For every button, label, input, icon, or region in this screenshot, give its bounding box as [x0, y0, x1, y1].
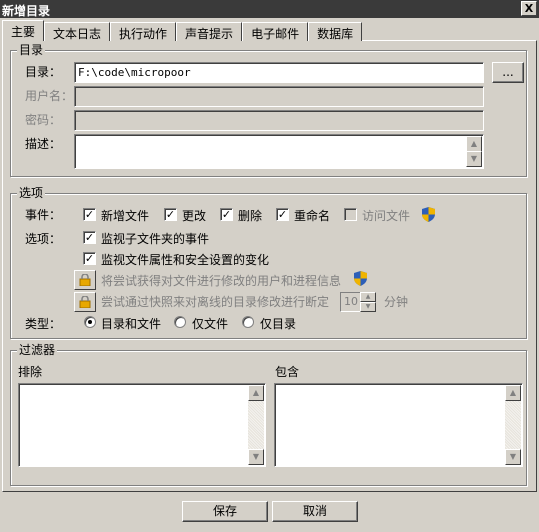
save-button[interactable]: 保存: [182, 501, 268, 522]
password-label: 密码：: [25, 113, 62, 127]
options-label: 选项：: [25, 232, 62, 246]
tab-email[interactable]: 电子邮件: [242, 22, 309, 41]
tab-text-log[interactable]: 文本日志: [44, 22, 111, 41]
lock-icon: [79, 274, 91, 286]
type-dir-and-file-label: 目录和文件: [101, 317, 162, 331]
watch-attributes-checkbox[interactable]: ✓: [83, 252, 96, 265]
event-new-file-label: 新增文件: [101, 209, 150, 223]
description-scrollbar[interactable]: ▲ ▼: [466, 136, 482, 167]
directory-group-title: 目录: [17, 43, 46, 57]
close-button[interactable]: X: [521, 1, 537, 16]
tab-actions[interactable]: 执行动作: [110, 22, 177, 41]
exclude-scrollbar[interactable]: ▲ ▼: [248, 385, 264, 465]
lock-user-button[interactable]: [74, 270, 96, 290]
window-title: 新增目录: [2, 4, 51, 18]
filter-group-title: 过滤器: [17, 343, 58, 357]
scroll-down-icon[interactable]: ▼: [248, 449, 264, 465]
dialog-window: 新增目录 X 主要 文本日志 执行动作 声音提示 电子邮件 数据库 目录 目录：…: [0, 0, 539, 532]
events-label: 事件：: [25, 208, 62, 222]
event-delete-checkbox[interactable]: ✓: [220, 208, 233, 221]
scroll-down-icon[interactable]: ▼: [505, 449, 521, 465]
scroll-up-icon[interactable]: ▲: [505, 385, 521, 401]
type-dir-only-radio[interactable]: [242, 316, 254, 328]
cancel-button[interactable]: 取消: [272, 501, 358, 522]
event-modify-checkbox[interactable]: ✓: [164, 208, 177, 221]
lock-icon: [79, 296, 91, 308]
uac-shield-icon: [422, 207, 435, 222]
spin-down-icon[interactable]: ▼: [360, 302, 376, 312]
event-delete-label: 删除: [238, 209, 263, 223]
tab-main[interactable]: 主要: [2, 20, 45, 41]
username-label: 用户名：: [25, 89, 74, 103]
tab-strip: 主要 文本日志 执行动作 声音提示 电子邮件 数据库: [2, 20, 363, 41]
spin-up-icon[interactable]: ▲: [360, 292, 376, 302]
description-label: 描述：: [25, 137, 62, 151]
type-file-only-label: 仅文件: [192, 317, 229, 331]
include-label: 包含: [275, 365, 300, 379]
event-new-file-checkbox[interactable]: ✓: [83, 208, 96, 221]
directory-label: 目录：: [25, 65, 62, 79]
uac-shield-icon: [354, 271, 367, 286]
exclude-list[interactable]: ▲ ▼: [18, 383, 266, 467]
include-list[interactable]: ▲ ▼: [274, 383, 523, 467]
tab-database[interactable]: 数据库: [308, 22, 363, 41]
interval-input[interactable]: 10: [340, 292, 362, 312]
type-label: 类型：: [25, 317, 62, 331]
tab-sound[interactable]: 声音提示: [176, 22, 243, 41]
watch-subfolders-label: 监视子文件夹的事件: [101, 232, 210, 246]
event-modify-label: 更改: [182, 209, 207, 223]
scroll-up-icon[interactable]: ▲: [466, 136, 482, 152]
interval-spinner[interactable]: ▲ ▼: [360, 292, 376, 312]
directory-input[interactable]: F:\code\micropoor: [74, 62, 484, 83]
type-dir-only-label: 仅目录: [260, 317, 297, 331]
title-bar: 新增目录 X: [0, 0, 539, 18]
type-file-only-radio[interactable]: [174, 316, 186, 328]
event-rename-checkbox[interactable]: ✓: [276, 208, 289, 221]
event-access-checkbox[interactable]: [344, 208, 357, 221]
description-textarea[interactable]: ▲ ▼: [74, 134, 484, 169]
password-input[interactable]: [74, 110, 484, 131]
username-input[interactable]: [74, 86, 484, 107]
watch-subfolders-checkbox[interactable]: ✓: [83, 231, 96, 244]
lock-offline-button[interactable]: [74, 292, 96, 312]
browse-button[interactable]: ...: [492, 62, 524, 83]
type-dir-and-file-radio[interactable]: [84, 316, 96, 328]
interval-unit-label: 分钟: [384, 295, 409, 309]
try-detect-offline-label: 尝试通过快照来对离线的目录修改进行断定: [101, 295, 330, 309]
include-scrollbar[interactable]: ▲ ▼: [505, 385, 521, 465]
scroll-down-icon[interactable]: ▼: [466, 151, 482, 167]
options-group-title: 选项: [17, 186, 46, 200]
scroll-up-icon[interactable]: ▲: [248, 385, 264, 401]
event-access-label: 访问文件: [362, 209, 411, 223]
exclude-label: 排除: [18, 365, 43, 379]
watch-attributes-label: 监视文件属性和安全设置的变化: [101, 253, 270, 267]
event-rename-label: 重命名: [294, 209, 331, 223]
try-get-user-label: 将尝试获得对文件进行修改的用户和进程信息: [101, 274, 342, 288]
